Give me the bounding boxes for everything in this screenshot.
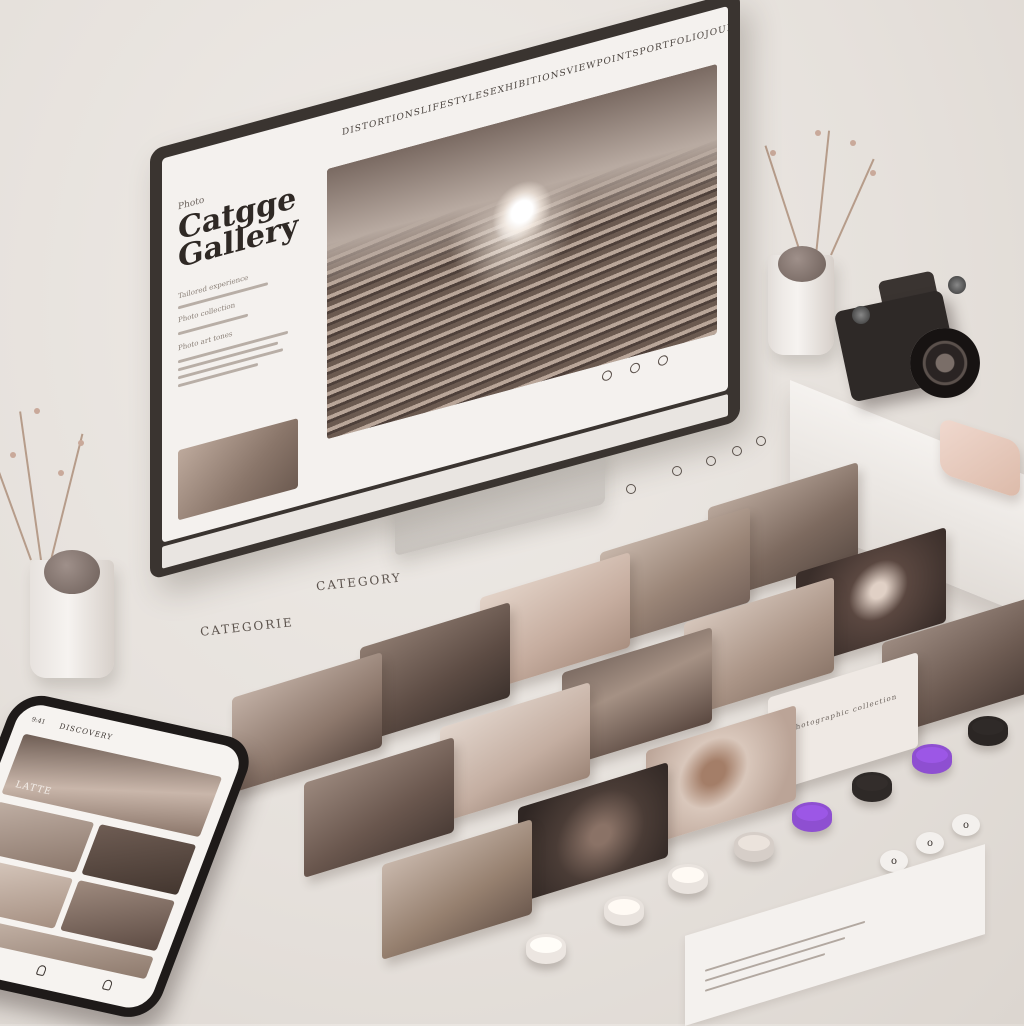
color-swatch-button[interactable] xyxy=(668,864,708,894)
scene: Distortions Lifestyles Exhibitions Viewp… xyxy=(0,0,1024,1026)
nav-item[interactable]: Portfolio xyxy=(640,30,706,68)
circle-icon[interactable] xyxy=(706,456,716,466)
side-thumbnail[interactable] xyxy=(178,418,298,521)
circle-icon[interactable] xyxy=(732,446,742,456)
nav-item[interactable]: Lifestyles xyxy=(421,88,490,127)
color-swatch-button[interactable] xyxy=(912,744,952,774)
color-swatch-button[interactable] xyxy=(604,896,644,926)
color-swatch-button[interactable] xyxy=(852,772,892,802)
color-swatch-button[interactable] xyxy=(734,832,774,862)
color-swatch-button[interactable] xyxy=(968,716,1008,746)
note-paper xyxy=(685,844,985,1026)
nav-item[interactable]: Journeys xyxy=(705,14,728,50)
vase-right-stone xyxy=(778,246,826,282)
camera-dial xyxy=(852,306,870,324)
nav-item[interactable]: Exhibitions xyxy=(490,68,567,109)
color-swatch-button[interactable] xyxy=(792,802,832,832)
circle-icon[interactable] xyxy=(626,484,636,494)
nav-item[interactable]: Viewpoints xyxy=(567,48,640,88)
round-button[interactable] xyxy=(526,934,566,964)
category-label: CATEGORY xyxy=(315,570,403,594)
smartphone: 9:41 DISCOVERY LATTE xyxy=(0,690,258,1023)
tab-icon[interactable] xyxy=(101,979,114,991)
phone-time: 9:41 xyxy=(30,716,47,727)
circle-icon[interactable] xyxy=(756,436,766,446)
circle-icon[interactable] xyxy=(672,466,682,476)
slide-dot-button[interactable] xyxy=(630,361,640,375)
circle-icon-button[interactable]: o xyxy=(916,832,944,854)
nav-item[interactable]: Distortions xyxy=(342,107,421,148)
desktop-monitor: Distortions Lifestyles Exhibitions Viewp… xyxy=(150,0,740,580)
phone-hero-word: LATTE xyxy=(13,779,54,798)
site-title: Catgge Gallery xyxy=(178,180,299,276)
slide-dot-button[interactable] xyxy=(658,354,668,367)
slide-dot-button[interactable] xyxy=(602,369,612,382)
phone-photo-tile[interactable] xyxy=(0,801,95,873)
phone-title: DISCOVERY xyxy=(57,722,115,742)
camera-dial xyxy=(948,276,966,294)
camera-lens xyxy=(910,328,980,398)
tab-icon[interactable] xyxy=(35,964,48,977)
vase-left-stone xyxy=(44,550,100,594)
circle-icon-button[interactable]: o xyxy=(952,814,980,836)
category-label: CATEGORIE xyxy=(199,615,295,639)
website-screen: Distortions Lifestyles Exhibitions Viewp… xyxy=(162,5,728,543)
phone-screen: 9:41 DISCOVERY LATTE xyxy=(0,700,246,1012)
card-note: Photographic collection xyxy=(790,692,898,734)
